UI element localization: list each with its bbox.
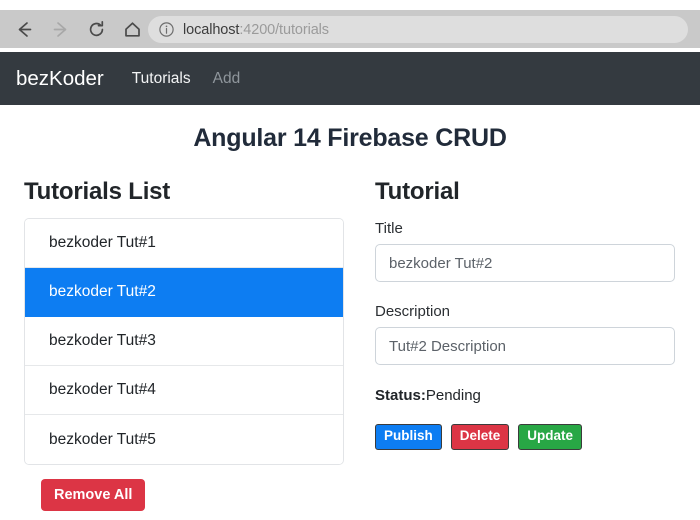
list-item[interactable]: bezkoder Tut#4 [25, 366, 343, 415]
browser-chrome: localhost:4200/tutorials [0, 0, 700, 52]
url-path: :4200/tutorials [239, 21, 329, 38]
page-title: Angular 14 Firebase CRUD [193, 124, 507, 152]
info-circle-icon[interactable] [158, 21, 175, 38]
url-host: localhost [183, 21, 240, 38]
list-item[interactable]: bezkoder Tut#3 [25, 317, 343, 366]
list-item[interactable]: bezkoder Tut#2 [25, 268, 343, 317]
remove-all-button[interactable]: Remove All [41, 479, 146, 511]
status-label: Status: [375, 387, 426, 404]
back-button[interactable] [8, 14, 40, 44]
list-item[interactable]: bezkoder Tut#1 [25, 219, 343, 268]
status-value: Pending [425, 387, 481, 404]
reload-button[interactable] [80, 14, 112, 44]
list-item[interactable]: bezkoder Tut#5 [25, 415, 343, 464]
tutorials-list: bezkoder Tut#1 bezkoder Tut#2 bezkoder T… [24, 218, 344, 465]
forward-button[interactable] [44, 14, 76, 44]
navigation-buttons [8, 14, 148, 44]
brand-logo[interactable]: bezKoder [16, 67, 104, 91]
arrow-left-icon [14, 19, 35, 40]
title-label: Title [375, 220, 403, 237]
tutorials-list-panel: Tutorials List bezkoder Tut#1 bezkoder T… [24, 178, 344, 511]
title-input[interactable] [375, 244, 675, 282]
url-text: localhost:4200/tutorials [183, 22, 329, 38]
update-button[interactable]: Update [518, 424, 583, 450]
description-label: Description [375, 303, 451, 320]
reload-icon [86, 19, 107, 40]
action-buttons: Publish Delete Update [375, 424, 675, 450]
description-input[interactable] [375, 327, 675, 365]
publish-button[interactable]: Publish [375, 424, 442, 450]
arrow-right-icon [50, 19, 71, 40]
home-icon [122, 19, 143, 40]
tutorial-detail-heading: Tutorial [375, 178, 460, 205]
delete-button[interactable]: Delete [450, 424, 510, 450]
home-button[interactable] [116, 14, 148, 44]
nav-link-add[interactable]: Add [213, 70, 241, 88]
status-line: Status:Pending [375, 387, 675, 404]
nav-link-tutorials[interactable]: Tutorials [132, 70, 191, 88]
navbar-links: Tutorials Add [132, 70, 240, 88]
address-bar[interactable]: localhost:4200/tutorials [148, 16, 688, 43]
app-navbar: bezKoder Tutorials Add [0, 52, 700, 105]
tutorial-detail-panel: Tutorial Title Description Status:Pendin… [375, 178, 675, 450]
tutorials-list-heading: Tutorials List [24, 178, 171, 205]
